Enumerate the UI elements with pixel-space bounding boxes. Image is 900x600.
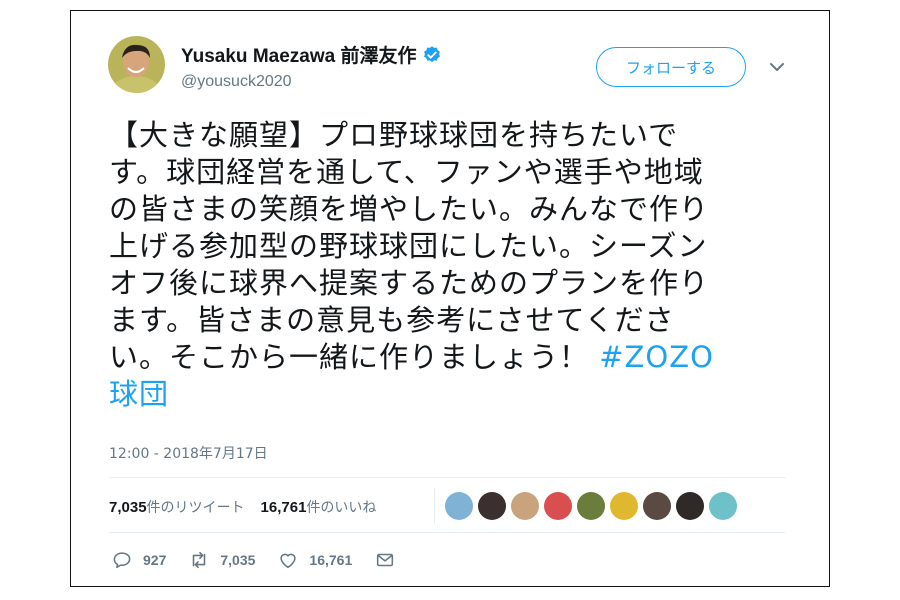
engagement-stats: 7,035 件のリツイート 16,761 件のいいね — [109, 497, 392, 517]
tweet-line: オフ後に球界へ提案するためのプランを作り — [109, 266, 710, 300]
liker-avatar-8[interactable] — [676, 492, 704, 520]
hashtag-link-continued[interactable]: 球団 — [109, 377, 169, 411]
retweets-label: 件のリツイート — [146, 500, 245, 516]
avatar[interactable] — [108, 36, 165, 93]
tweet-line: い。そこから一緒に作りましょう！ — [109, 340, 590, 374]
tweet-line: 【大きな願望】プロ野球球団を持ちたいで — [109, 118, 679, 152]
divider — [109, 477, 785, 478]
like-button[interactable]: 16,761 — [277, 549, 352, 571]
tweet-line: ます。皆さまの意見も参考にさせてくださ — [109, 303, 675, 337]
retweet-icon — [193, 551, 206, 569]
liker-avatar-3[interactable] — [511, 492, 539, 520]
likes-label: 件のいいね — [306, 500, 377, 516]
follow-button[interactable]: フォローする — [596, 47, 746, 87]
divider — [109, 532, 785, 533]
tweet-text: 【大きな願望】プロ野球球団を持ちたいで す。球団経営を通して、ファンや選手や地域… — [109, 117, 809, 413]
likes-count: 16,761 — [260, 499, 307, 516]
direct-message-button[interactable] — [374, 549, 406, 571]
verified-badge-icon — [424, 45, 441, 62]
retweets-stat[interactable]: 7,035 件のリツイート — [109, 497, 245, 517]
tweet-card: Yusaku Maezawa 前澤友作 @yousuck2020 フォローする … — [70, 10, 830, 587]
reply-count: 927 — [143, 552, 167, 568]
liker-avatar-1[interactable] — [445, 492, 473, 520]
name-row: Yusaku Maezawa 前澤友作 — [181, 41, 442, 68]
user-handle[interactable]: @yousuck2020 — [181, 73, 292, 91]
liker-avatar-7[interactable] — [643, 492, 671, 520]
liker-avatar-2[interactable] — [478, 492, 506, 520]
liker-avatar-9[interactable] — [709, 492, 737, 520]
action-bar: 927 7,035 16,761 — [111, 549, 428, 571]
like-count: 16,761 — [309, 552, 353, 568]
reply-icon — [113, 552, 131, 569]
tweet-line: す。球団経営を通して、ファンや選手や地域 — [109, 155, 704, 189]
avatar-photo — [108, 36, 165, 93]
chevron-down-icon[interactable] — [768, 58, 786, 76]
retweet-button[interactable]: 7,035 — [188, 549, 255, 571]
retweet-count: 7,035 — [220, 552, 256, 568]
hashtag-link[interactable]: #ZOZO — [599, 340, 714, 374]
liker-avatars — [434, 488, 737, 524]
liker-avatar-6[interactable] — [610, 492, 638, 520]
reply-button[interactable]: 927 — [111, 549, 166, 571]
tweet-line: 上げる参加型の野球球団にしたい。シーズン — [109, 229, 708, 263]
display-name[interactable]: Yusaku Maezawa 前澤友作 — [181, 41, 416, 68]
retweets-count: 7,035 — [109, 499, 147, 516]
tweet-timestamp[interactable]: 12:00 - 2018年7月17日 — [109, 443, 268, 463]
tweet-line: の皆さまの笑顔を増やしたい。みんなで作り — [109, 192, 710, 226]
liker-avatar-4[interactable] — [544, 492, 572, 520]
heart-icon — [280, 553, 297, 569]
likes-stat[interactable]: 16,761 件のいいね — [261, 497, 377, 517]
envelope-icon — [377, 553, 394, 567]
liker-avatar-5[interactable] — [577, 492, 605, 520]
